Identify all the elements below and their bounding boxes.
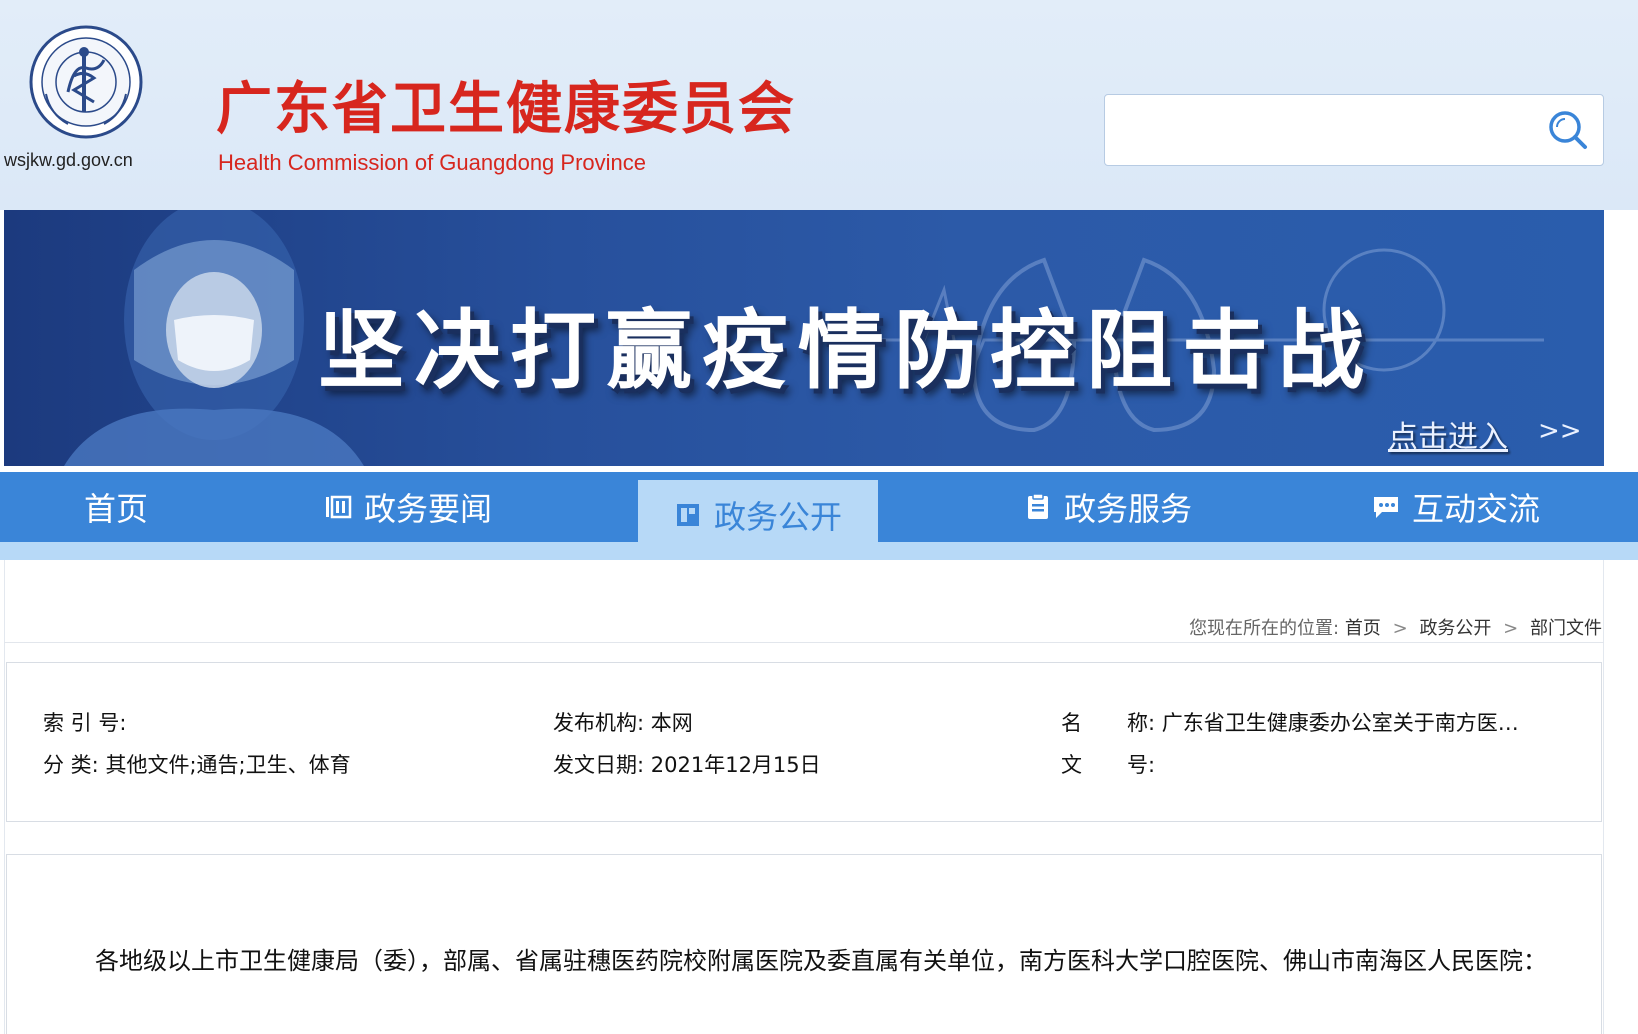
nav-item-label: 首页 <box>84 490 149 528</box>
main-nav: 首页 政务要闻 政务公开 政务服务 互动交流 <box>0 472 1638 550</box>
breadcrumb-item-home[interactable]: 首页 <box>1345 618 1381 639</box>
document-meta-box: 索 引 号: 发布机构: 本网 名 称: 广东省卫生健康委办公室关于南方医… 分… <box>6 662 1602 822</box>
meta-label: 索 引 号: <box>43 711 127 735</box>
double-chevron-right-icon[interactable]: >> <box>1538 416 1582 446</box>
document-body: 各地级以上市卫生健康局（委），部属、省属驻穗医药院校附属医院及委直属有关单位，南… <box>6 854 1602 1034</box>
nav-underline <box>0 542 1638 560</box>
nav-item-label: 互动交流 <box>1412 490 1541 528</box>
breadcrumb-prefix: 您现在所在的位置: <box>1189 618 1340 639</box>
nav-item-label: 政务服务 <box>1064 490 1193 528</box>
meta-index-number: 索 引 号: <box>43 707 126 737</box>
nav-item-label: 政务要闻 <box>364 490 493 528</box>
nav-item-disclosure[interactable]: 政务公开 <box>638 480 878 550</box>
meta-document-number: 号: <box>1127 749 1155 779</box>
meta-name-label: 名 <box>1061 711 1082 735</box>
banner-title: 坚决打赢疫情防控阻击战 <box>318 301 1374 401</box>
meta-docno-label: 文 <box>1061 753 1082 777</box>
chat-icon <box>1374 497 1398 518</box>
meta-label: 发文日期: <box>553 753 645 777</box>
meta-publisher: 发布机构: 本网 <box>553 707 693 737</box>
nav-item-service[interactable]: 政务服务 <box>1024 472 1192 542</box>
meta-value: 本网 <box>650 711 693 735</box>
banner-enter-link[interactable]: 点击进入 <box>1388 412 1508 456</box>
breadcrumb-divider <box>4 642 1604 643</box>
meta-value: 其他文件;通告;卫生、体育 <box>105 753 351 777</box>
nav-item-interaction[interactable]: 互动交流 <box>1372 472 1540 542</box>
site-subtitle: Health Commission of Guangdong Province <box>218 150 647 175</box>
meta-label: 称: <box>1127 711 1156 735</box>
epidemic-banner[interactable]: 坚决打赢疫情防控阻击战 点击进入 >> <box>4 210 1604 466</box>
document-paragraph: 各地级以上市卫生健康局（委），部属、省属驻穗医药院校附属医院及委直属有关单位，南… <box>95 947 1547 975</box>
news-icon <box>326 495 352 519</box>
breadcrumb-separator: > <box>1503 618 1519 639</box>
meta-name: 称: 广东省卫生健康委办公室关于南方医… <box>1127 707 1567 737</box>
meta-label: 分 类: <box>43 753 99 777</box>
nav-item-news[interactable]: 政务要闻 <box>324 472 492 542</box>
nav-item-home[interactable]: 首页 <box>84 472 148 542</box>
search-box <box>1104 94 1604 166</box>
breadcrumb: 您现在所在的位置: 首页 > 政务公开 > 部门文件 <box>1189 614 1602 640</box>
meta-issue-date: 发文日期: 2021年12月15日 <box>553 749 821 779</box>
meta-label: 发布机构: <box>553 711 645 735</box>
meta-label: 号: <box>1127 753 1156 777</box>
site-header: wsjkw.gd.gov.cn 广东省卫生健康委员会 Health Commis… <box>0 0 1638 210</box>
site-title[interactable]: 广东省卫生健康委员会 <box>216 64 796 145</box>
disclosure-icon <box>676 504 699 526</box>
meta-category: 分 类: 其他文件;通告;卫生、体育 <box>43 749 351 779</box>
search-input[interactable] <box>1115 105 1535 155</box>
site-domain: wsjkw.gd.gov.cn <box>4 150 133 170</box>
breadcrumb-item-disclosure[interactable]: 政务公开 <box>1419 618 1491 639</box>
search-icon[interactable] <box>1545 107 1591 153</box>
nav-item-label: 政务公开 <box>713 498 842 536</box>
breadcrumb-separator: > <box>1392 618 1408 639</box>
meta-value: 2021年12月15日 <box>650 753 821 777</box>
health-commission-emblem-icon[interactable] <box>28 24 144 140</box>
service-icon <box>1028 493 1048 519</box>
breadcrumb-item-department-docs[interactable]: 部门文件 <box>1530 618 1602 639</box>
meta-value: 广东省卫生健康委办公室关于南方医… <box>1161 711 1519 735</box>
